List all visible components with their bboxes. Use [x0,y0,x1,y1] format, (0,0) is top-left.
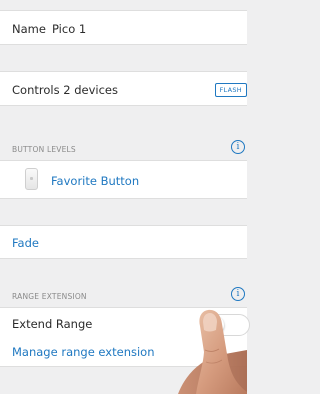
fade-row[interactable]: Fade [0,225,247,259]
range-extension-info-icon[interactable]: i [231,287,245,301]
range-extension-header: RANGE EXTENSION [12,292,87,301]
toggle-knob [206,316,224,334]
extend-range-toggle[interactable] [204,314,250,336]
controls-row[interactable]: Controls 2 devices FLASH [0,71,247,106]
fade-link[interactable]: Fade [12,236,39,250]
flash-button[interactable]: FLASH [214,83,247,97]
favorite-button-link[interactable]: Favorite Button [51,174,139,188]
range-extension-group: Extend Range Manage range extension [0,307,250,367]
name-label: Name [12,22,46,36]
pico-remote-icon [25,168,38,190]
device-settings-screen: Name Pico 1 Controls 2 devices FLASH BUT… [0,0,250,394]
favorite-button-row[interactable]: Favorite Button [0,160,247,199]
manage-range-extension-link[interactable]: Manage range extension [12,345,155,359]
controls-label: Controls 2 devices [12,83,118,97]
button-levels-header: BUTTON LEVELS [12,145,76,154]
extend-range-label: Extend Range [12,317,93,331]
button-levels-info-icon[interactable]: i [231,140,245,154]
name-row[interactable]: Name Pico 1 [0,10,247,45]
name-value[interactable]: Pico 1 [52,22,86,36]
